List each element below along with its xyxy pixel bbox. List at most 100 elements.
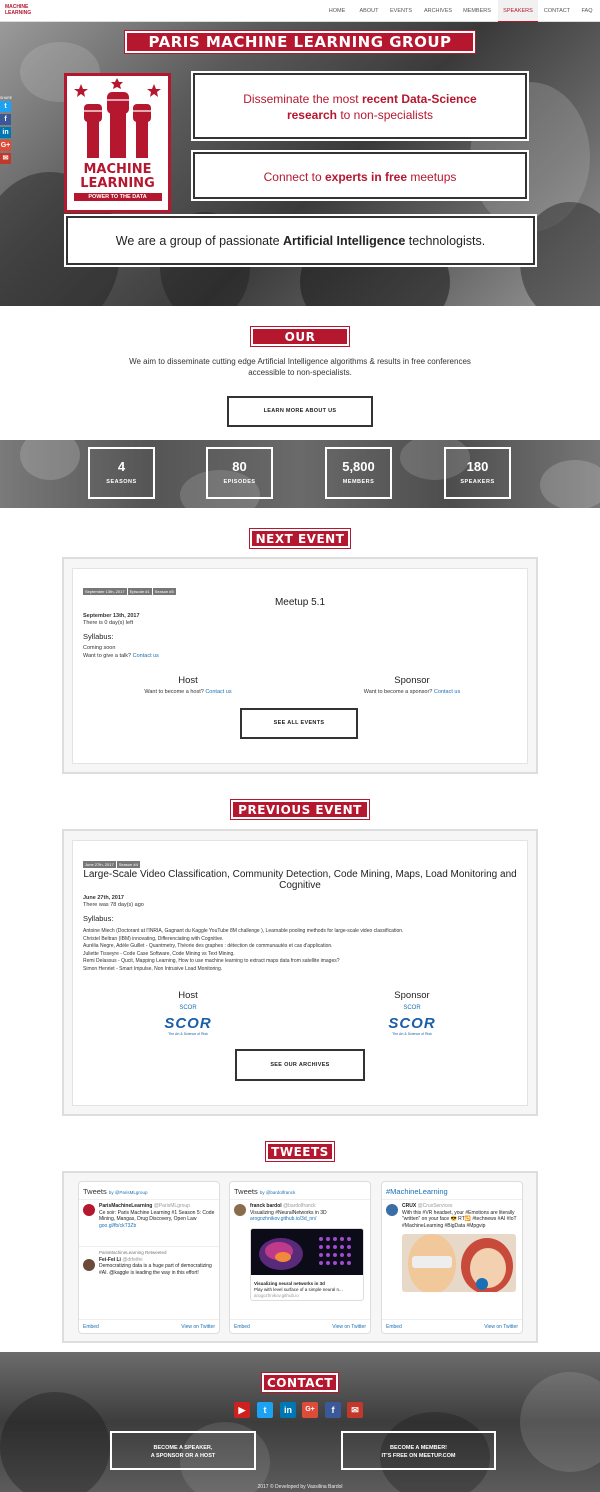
prev-sponsor-name[interactable]: SCOR: [372, 1005, 452, 1011]
box2-strong: experts in free: [324, 170, 408, 184]
prev-host-name[interactable]: SCOR: [150, 1005, 226, 1011]
avatar: [386, 1204, 398, 1216]
nav-item-contact[interactable]: CONTACT: [540, 0, 574, 22]
box3-post: technologists.: [405, 234, 486, 248]
learn-more-button[interactable]: LEARN MORE ABOUT US: [227, 396, 373, 427]
view-on-twitter-link[interactable]: View on Twitter: [181, 1324, 215, 1330]
see-archives-button[interactable]: SEE OUR ARCHIVES: [235, 1049, 365, 1081]
host-contact-link[interactable]: Contact us: [205, 689, 231, 695]
badge-episode: Episode #1: [127, 588, 152, 595]
facebook-icon[interactable]: f: [325, 1402, 341, 1418]
embed-link[interactable]: Embed: [386, 1324, 402, 1330]
previous-event-days: There was 78 day(s) ago: [83, 902, 144, 908]
hero-box-about: We are a group of passionate Artificial …: [66, 216, 535, 265]
tweet-widget-header: #MachineLearning: [382, 1182, 522, 1200]
widget-by[interactable]: by @ParisMLgroup: [109, 1190, 148, 1195]
next-host-label: Host: [178, 675, 198, 686]
see-all-events-button[interactable]: SEE ALL EVENTS: [240, 708, 358, 739]
embed-link[interactable]: Embed: [83, 1324, 99, 1330]
widget-by[interactable]: by @bardolfranck: [260, 1190, 295, 1195]
syllabus-item: Remi Delassus - Qucit, Mapping Learning,…: [83, 958, 340, 965]
nav-item-members[interactable]: MEMBERS: [459, 0, 495, 22]
prev-sponsor-logo[interactable]: SCOR The Art & Science of Risk: [372, 1015, 452, 1036]
view-on-twitter-link[interactable]: View on Twitter: [332, 1324, 366, 1330]
host-prompt: Want to become a host?: [144, 689, 204, 695]
widget-header: Tweets: [83, 1187, 107, 1196]
share-twitter-icon[interactable]: t: [0, 101, 11, 112]
nn-visual-image: [251, 1228, 363, 1275]
linkedin-icon[interactable]: in: [280, 1402, 296, 1418]
card-title: Visualizing neural networks in 3d: [254, 1280, 325, 1286]
share-mail-icon[interactable]: ✉: [0, 153, 11, 164]
nav-logo-line2: LEARNING: [5, 10, 32, 16]
googleplus-icon[interactable]: G+: [302, 1402, 318, 1418]
previous-event-syllabus: Antoine Miech (Doctorant at l'INRIA, Gag…: [83, 928, 523, 974]
mail-icon[interactable]: ✉: [347, 1402, 363, 1418]
tweet-author: ParisMachineLearning: [99, 1203, 153, 1209]
youtube-icon[interactable]: ▶: [234, 1402, 250, 1418]
box1-post: to non-specialists: [337, 108, 434, 122]
next-sponsor-prompt: Want to become a sponsor? Contact us: [332, 689, 492, 696]
member-btn-line2: IT'S FREE ON MEETUP.COM: [381, 1453, 456, 1459]
next-event-date: September 13th, 2017: [83, 613, 140, 619]
embed-link[interactable]: Embed: [234, 1324, 250, 1330]
twitter-icon[interactable]: t: [257, 1402, 273, 1418]
tweet-text: Ce soir: Paris Machine Learning #1 Seaso…: [99, 1209, 215, 1223]
avatar: [83, 1259, 95, 1271]
previous-event-syllabus-label: Syllabus:: [83, 914, 114, 923]
card-url: arogozhnikov.github.io: [254, 1292, 299, 1298]
nav-item-archives[interactable]: ARCHIVES: [419, 0, 457, 22]
mission-title: OUR MISSION: [250, 326, 350, 360]
talk-prompt: Want to give a talk?: [83, 653, 132, 659]
next-host-prompt: Want to become a host? Contact us: [110, 689, 266, 696]
stat-speakers: 180 SPEAKERS: [444, 447, 511, 499]
nav-item-events[interactable]: EVENTS: [386, 0, 416, 22]
badge-date: June 27th, 2017: [83, 861, 116, 868]
top-nav: MACHINE LEARNING HOME ABOUT EVENTS ARCHI…: [0, 0, 600, 22]
become-member-button[interactable]: BECOME A MEMBER! IT'S FREE ON MEETUP.COM: [341, 1431, 496, 1470]
nav-item-about[interactable]: ABOUT: [355, 0, 383, 22]
next-event-name: Meetup 5.1: [274, 597, 326, 608]
tweet-item[interactable]: ParisMachineLearning @ParisMLgroup Ce so…: [79, 1200, 219, 1232]
badge-season: Season #5: [152, 588, 176, 595]
nav-item-faq[interactable]: FAQ: [577, 0, 597, 22]
share-facebook-icon[interactable]: f: [0, 114, 11, 125]
syllabus-item: Christel Beltran (IBM) innovating, Diffe…: [83, 935, 224, 942]
tweet-widget-parisml: Tweets by @ParisMLgroup ParisMachineLear…: [78, 1181, 220, 1334]
tweets-title: TWEETS: [265, 1141, 335, 1162]
tweet-link[interactable]: arogozhnikov.github.io/3d_nn/: [250, 1216, 316, 1222]
tweet-item[interactable]: ParisMachineLearning Retweeted Fei-Fei L…: [79, 1246, 219, 1279]
view-on-twitter-link[interactable]: View on Twitter: [484, 1324, 518, 1330]
tweet-media-image[interactable]: [402, 1234, 516, 1292]
become-speaker-button[interactable]: BECOME A SPEAKER, A SPONSOR OR A HOST: [110, 1431, 256, 1470]
link-card[interactable]: Visualizing neural networks in 3d Play w…: [250, 1227, 364, 1301]
share-googleplus-icon[interactable]: G+: [0, 140, 11, 151]
nav-logo[interactable]: MACHINE LEARNING: [5, 4, 35, 16]
ml-logo: MACHINE LEARNING POWER TO THE DATA: [64, 73, 171, 213]
stat-members-value: 5,800: [342, 459, 375, 474]
tweet-handle: @drfeifei: [122, 1256, 143, 1263]
tweet-item[interactable]: franck bardol @bardolfranck Visualizing …: [230, 1200, 370, 1226]
tweet-handle: @CruxServices: [417, 1203, 453, 1209]
tweet-link[interactable]: goo.gl/fb/ckT3Zb: [99, 1223, 136, 1229]
scor-tagline: The Art & Science of Risk: [392, 1032, 432, 1036]
prev-host-logo[interactable]: SCOR The Art & Science of Risk: [150, 1015, 226, 1036]
tweet-author: CRUX: [402, 1203, 417, 1209]
card-text: Play with level surface of a simple neur…: [254, 1286, 343, 1292]
share-linkedin-icon[interactable]: in: [0, 127, 11, 138]
sponsor-contact-link[interactable]: Contact us: [434, 689, 460, 695]
nav-item-home[interactable]: HOME: [323, 0, 351, 22]
next-event-title: NEXT EVENT: [249, 528, 351, 549]
box1-pre: Disseminate the most: [243, 92, 362, 106]
nav-item-speakers[interactable]: SPEAKERS: [498, 0, 538, 22]
tweet-text: With this #VR headset, your #Emotions ar…: [402, 1209, 517, 1229]
tweet-item[interactable]: CRUX @CruxServices With this #VR headset…: [382, 1200, 522, 1232]
stat-episodes: 80 EPISODES: [206, 447, 273, 499]
box3-pre: We are a group of passionate: [115, 234, 284, 248]
stat-members-label: MEMBERS: [342, 479, 375, 485]
hero-box-connect: Connect to experts in free meetups: [193, 152, 527, 199]
stat-seasons-label: SEASONS: [106, 479, 137, 485]
scor-logo-text: SCOR: [164, 1015, 212, 1032]
talk-contact-link[interactable]: Contact us: [133, 653, 159, 659]
tweet-widget-hashtag: #MachineLearning CRUX @CruxServices With…: [381, 1181, 523, 1334]
